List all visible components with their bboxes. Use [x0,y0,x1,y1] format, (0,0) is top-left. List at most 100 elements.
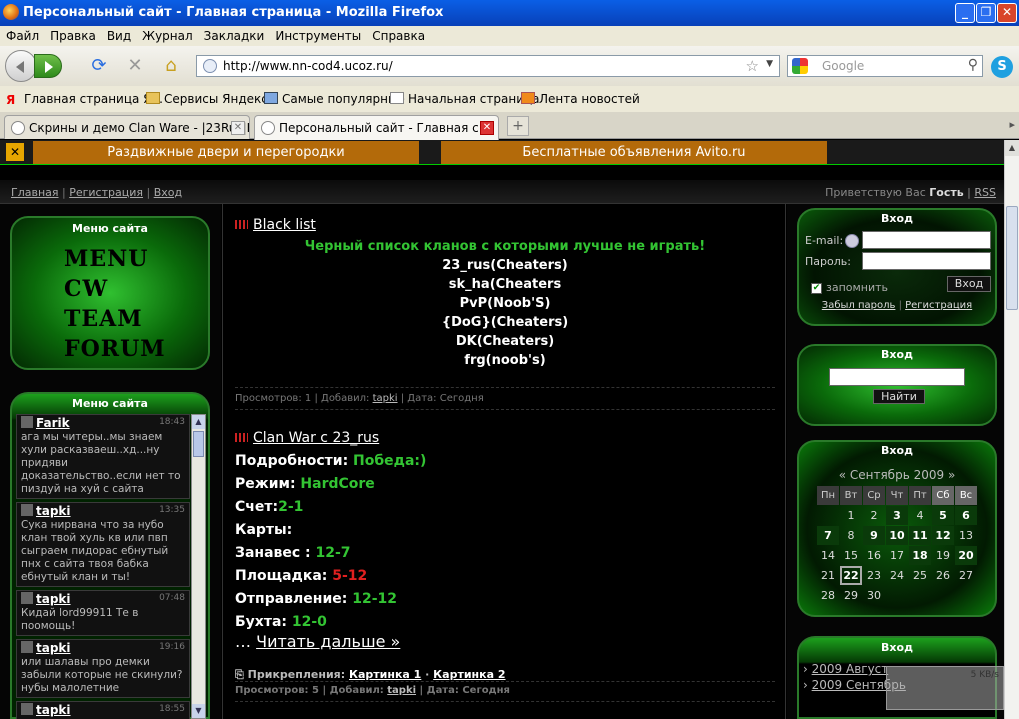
new-tab-button[interactable]: + [507,116,529,136]
back-button[interactable] [5,50,37,82]
menu-edit[interactable]: Правка [44,26,101,43]
google-icon[interactable] [792,58,808,74]
calendar-day[interactable]: 28 [817,586,839,605]
url-bar[interactable]: http://www.nn-cod4.ucoz.ru/ ☆ ▼ [196,55,780,77]
attachment-link-2[interactable]: Картинка 2 [433,668,505,681]
bookmark-yandex[interactable]: Я Главная страница Я... [6,92,163,107]
menu-history[interactable]: Журнал [136,26,198,43]
post-title[interactable]: Black list [235,217,316,233]
chat-author[interactable]: tapki [36,703,71,717]
scroll-down-icon[interactable]: ▼ [192,704,205,718]
scroll-thumb[interactable] [193,431,204,457]
calendar-day[interactable]: 3 [886,506,908,525]
bookmark-popular[interactable]: Самые популярные [264,92,405,106]
stop-icon[interactable]: ✕ [125,56,145,76]
calendar-day[interactable]: 10 [886,526,908,545]
url-dropdown-icon[interactable]: ▼ [766,59,773,69]
nav-home-link[interactable]: Главная [11,186,59,199]
close-tab-icon[interactable]: ✕ [480,121,494,135]
home-icon[interactable]: ⌂ [161,56,181,76]
reload-icon[interactable]: ⟳ [89,56,109,76]
next-month-icon[interactable]: » [948,468,955,482]
nav-login-link[interactable]: Вход [154,186,182,199]
chat-author[interactable]: tapki [36,592,71,606]
calendar-day[interactable]: 21 [817,566,839,585]
chat-author[interactable]: Farik [36,416,70,430]
calendar-day[interactable]: 24 [886,566,908,585]
tab-personal-site[interactable]: Персональный сайт - Главная с... ✕ [254,115,499,140]
menu-tools[interactable]: Инструменты [269,26,366,43]
calendar-day[interactable]: 7 [817,526,839,545]
calendar-day[interactable]: 5 [932,506,954,525]
calendar-day[interactable]: 25 [909,566,931,585]
tab-screens-demo[interactable]: Скрины и демо Clan Ware - |23Rus|K... ✕ [4,115,250,139]
menu-item-cw[interactable]: CW [64,274,166,304]
calendar-day[interactable]: 23 [863,566,885,585]
forward-button[interactable] [34,54,62,78]
calendar-day[interactable]: 2 [863,506,885,525]
calendar-day[interactable]: 9 [863,526,885,545]
calendar-day[interactable]: 17 [886,546,908,565]
calendar-day[interactable]: 15 [840,546,862,565]
skype-icon[interactable]: S [991,56,1013,78]
scroll-thumb[interactable] [1006,206,1018,310]
calendar-day[interactable]: 22 [840,566,862,585]
post-title-text[interactable]: Clan War с 23_rus [253,430,379,446]
bookmark-star-icon[interactable]: ☆ [746,57,759,75]
menu-file[interactable]: Файл [0,26,44,43]
scroll-up-icon[interactable]: ▲ [192,415,205,429]
menu-help[interactable]: Справка [366,26,430,43]
calendar-day[interactable]: 1 [840,506,862,525]
calendar-day[interactable]: 16 [863,546,885,565]
maximize-button[interactable]: ❐ [976,3,996,23]
email-field[interactable] [862,231,991,249]
post-title-text[interactable]: Black list [253,217,316,233]
nav-register-link[interactable]: Регистрация [69,186,143,199]
calendar-day[interactable]: 19 [932,546,954,565]
archive-link[interactable]: 2009 Август [812,662,889,676]
prev-month-icon[interactable]: « [839,468,846,482]
post-title[interactable]: Clan War с 23_rus [235,430,379,446]
login-button[interactable]: Вход [947,276,991,292]
page-scrollbar[interactable]: ▲ [1004,140,1019,719]
scroll-up-icon[interactable]: ▲ [1005,140,1019,156]
calendar-day[interactable]: 26 [932,566,954,585]
minimize-button[interactable]: _ [955,3,975,23]
chat-scrollbar[interactable]: ▲ ▼ [191,414,206,719]
calendar-day[interactable]: 13 [955,526,977,545]
calendar-day[interactable]: 8 [840,526,862,545]
calendar-day[interactable]: 11 [909,526,931,545]
site-identity-icon[interactable] [203,59,217,73]
chat-author[interactable]: tapki [36,504,71,518]
tab-list-icon[interactable]: ▸ [1009,118,1015,131]
rss-link[interactable]: RSS [974,186,996,199]
calendar-day[interactable]: 27 [955,566,977,585]
menu-view[interactable]: Вид [101,26,136,43]
author-link[interactable]: tapki [373,393,398,404]
author-link[interactable]: tapki [387,685,416,696]
chat-author[interactable]: tapki [36,641,71,655]
find-button[interactable]: Найти [873,389,925,404]
menu-item-team[interactable]: TEAM [64,304,166,334]
calendar-day[interactable]: 30 [863,586,885,605]
read-more-link[interactable]: Читать дальше » [256,632,400,651]
register-link[interactable]: Регистрация [905,300,972,311]
menu-item-forum[interactable]: FORUM [64,334,166,364]
ad-doors[interactable]: Раздвижные двери и перегородки [33,141,419,164]
close-ad-icon[interactable]: ✕ [6,143,24,161]
remember-checkbox[interactable]: ✔ [811,283,822,294]
close-tab-icon[interactable]: ✕ [231,121,245,135]
calendar-day[interactable]: 14 [817,546,839,565]
menu-item-menu[interactable]: MENU [64,244,166,274]
search-icon[interactable]: ⚲ [968,57,978,73]
close-button[interactable]: ✕ [997,3,1017,23]
forgot-password-link[interactable]: Забыл пароль [822,300,896,311]
calendar-day[interactable]: 4 [909,506,931,525]
bookmark-news-feed[interactable]: Лента новостей [521,92,640,106]
search-input[interactable]: Google ⚲ [787,55,983,77]
password-field[interactable] [862,252,991,270]
calendar-day[interactable]: 6 [955,506,977,525]
calendar-day[interactable]: 20 [955,546,977,565]
bookmark-yandex-services[interactable]: Сервисы Яндекса [146,92,275,106]
site-search-input[interactable] [829,368,965,386]
